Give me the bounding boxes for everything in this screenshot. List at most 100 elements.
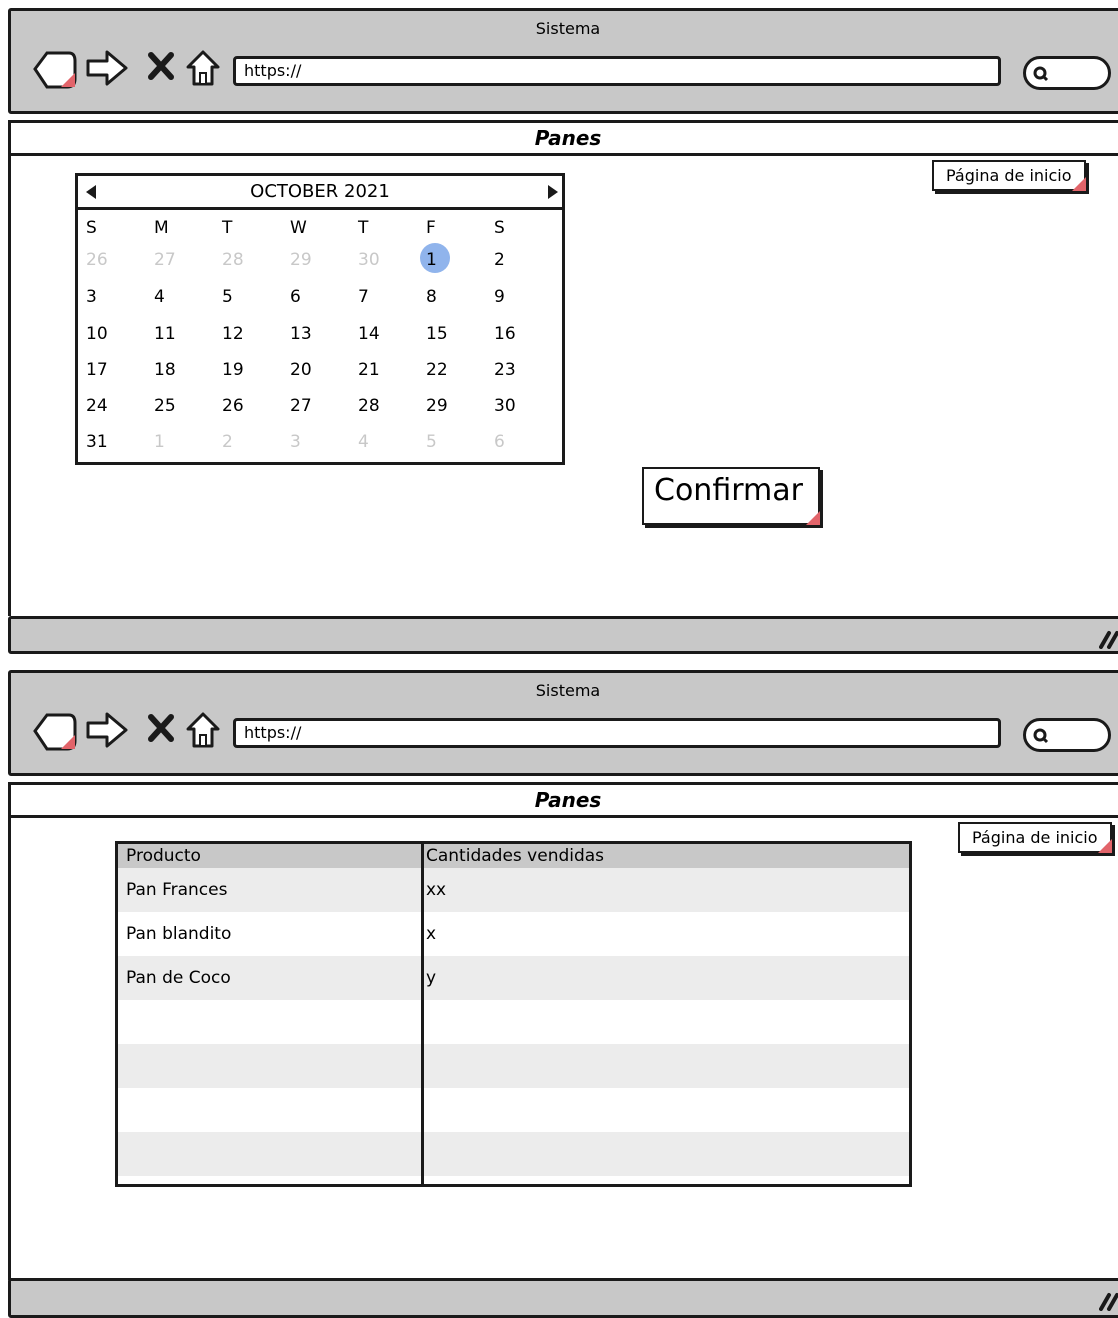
calendar-day[interactable]: 25 (154, 396, 194, 416)
home-icon[interactable] (185, 49, 221, 87)
calendar-day[interactable]: 1 (154, 432, 194, 452)
calendar-day[interactable]: 3 (86, 287, 126, 307)
page-title-bar: Panes (8, 782, 1118, 818)
calendar-day[interactable]: 29 (426, 396, 466, 416)
quantity-cell: x (426, 924, 437, 944)
table-row[interactable] (118, 1132, 909, 1176)
resize-grip-icon[interactable] (1099, 1291, 1118, 1311)
calendar-day[interactable]: 4 (358, 432, 398, 452)
table-row[interactable] (118, 1088, 909, 1132)
page-title-bar: Panes (8, 120, 1118, 156)
calendar-day[interactable]: 14 (358, 324, 398, 344)
calendar-day[interactable]: 22 (426, 360, 466, 380)
column-header-cantidades[interactable]: Cantidades vendidas (426, 846, 604, 866)
corner-marker (1097, 839, 1112, 853)
corner-marker (806, 511, 820, 525)
search-icon (1033, 728, 1049, 744)
home-icon[interactable] (185, 711, 221, 749)
stop-icon[interactable] (147, 713, 175, 743)
window-title: Sistema (535, 681, 601, 700)
column-header-producto[interactable]: Producto (126, 846, 201, 866)
calendar-header: OCTOBER 2021 (78, 176, 562, 210)
calendar-day[interactable]: 31 (86, 432, 126, 452)
calendar-day-selected[interactable]: 1 (420, 243, 466, 273)
calendar-month-label: OCTOBER 2021 (250, 181, 390, 202)
product-cell: Pan blandito (126, 924, 232, 944)
next-month-icon[interactable] (546, 184, 560, 200)
search-icon (1033, 66, 1049, 82)
top-browser-toolbar: Sistema https:// (8, 8, 1118, 114)
back-icon[interactable] (31, 709, 77, 753)
weekday-label: W (290, 218, 307, 238)
calendar-day[interactable]: 19 (222, 360, 262, 380)
table-row[interactable] (118, 1044, 909, 1088)
table-row[interactable]: Pan Frances xx (118, 868, 909, 912)
weekday-label: M (154, 218, 169, 238)
calendar-day[interactable]: 5 (222, 287, 262, 307)
calendar-day[interactable]: 26 (86, 250, 126, 270)
corner-marker (1071, 177, 1086, 191)
quantity-cell: y (426, 968, 437, 988)
calendar-day[interactable]: 23 (494, 360, 534, 380)
column-divider (421, 844, 424, 1184)
weekday-label: S (494, 218, 505, 238)
calendar-day[interactable]: 27 (154, 250, 194, 270)
window-title: Sistema (535, 19, 601, 38)
resize-grip-icon[interactable] (1099, 629, 1118, 649)
calendar-day[interactable]: 17 (86, 360, 126, 380)
table-row[interactable]: Pan blandito x (118, 912, 909, 956)
product-cell: Pan Frances (126, 880, 228, 900)
calendar-day[interactable]: 12 (222, 324, 262, 344)
calendar-day[interactable]: 11 (154, 324, 194, 344)
calendar: OCTOBER 2021 S M T W T F S 26 27 28 29 3… (75, 173, 565, 465)
url-field[interactable]: https:// (233, 56, 1001, 86)
calendar-day[interactable]: 2 (494, 250, 534, 270)
calendar-day[interactable]: 6 (494, 432, 534, 452)
table-row[interactable]: Pan de Coco y (118, 956, 909, 1000)
table-row[interactable] (118, 1000, 909, 1044)
forward-icon[interactable] (85, 711, 129, 749)
calendar-day[interactable]: 28 (222, 250, 262, 270)
calendar-day[interactable]: 8 (426, 287, 466, 307)
forward-icon[interactable] (85, 49, 129, 87)
weekday-label: S (86, 218, 97, 238)
calendar-day[interactable]: 18 (154, 360, 194, 380)
calendar-day[interactable]: 24 (86, 396, 126, 416)
calendar-day[interactable]: 7 (358, 287, 398, 307)
home-page-button-label: Página de inicio (946, 166, 1072, 185)
calendar-day[interactable]: 5 (426, 432, 466, 452)
calendar-day[interactable]: 6 (290, 287, 330, 307)
calendar-day[interactable]: 26 (222, 396, 262, 416)
prev-month-icon[interactable] (84, 184, 98, 200)
selected-day-number: 1 (426, 250, 437, 270)
product-cell: Pan de Coco (126, 968, 231, 988)
page-title: Panes (534, 788, 602, 812)
calendar-day[interactable]: 4 (154, 287, 194, 307)
home-page-button[interactable]: Página de inicio (932, 160, 1086, 191)
calendar-day[interactable]: 20 (290, 360, 330, 380)
calendar-day[interactable]: 3 (290, 432, 330, 452)
calendar-day[interactable]: 15 (426, 324, 466, 344)
stop-icon[interactable] (147, 51, 175, 81)
home-page-button[interactable]: Página de inicio (958, 822, 1112, 853)
calendar-day[interactable]: 21 (358, 360, 398, 380)
calendar-day[interactable]: 30 (494, 396, 534, 416)
table-header-row: Producto Cantidades vendidas (118, 844, 909, 868)
browser-search-field[interactable] (1023, 718, 1111, 752)
url-field[interactable]: https:// (233, 718, 1001, 748)
weekday-label: T (222, 218, 233, 238)
calendar-day[interactable]: 13 (290, 324, 330, 344)
browser-search-field[interactable] (1023, 56, 1111, 90)
sales-table: Producto Cantidades vendidas Pan Frances… (115, 841, 912, 1187)
confirm-button[interactable]: Confirmar (642, 467, 820, 525)
calendar-day[interactable]: 29 (290, 250, 330, 270)
calendar-day[interactable]: 28 (358, 396, 398, 416)
calendar-day[interactable]: 30 (358, 250, 398, 270)
calendar-day[interactable]: 27 (290, 396, 330, 416)
back-icon[interactable] (31, 47, 77, 91)
calendar-day[interactable]: 2 (222, 432, 262, 452)
bottom-status-bar (8, 1278, 1118, 1318)
calendar-day[interactable]: 10 (86, 324, 126, 344)
calendar-day[interactable]: 16 (494, 324, 534, 344)
calendar-day[interactable]: 9 (494, 287, 534, 307)
